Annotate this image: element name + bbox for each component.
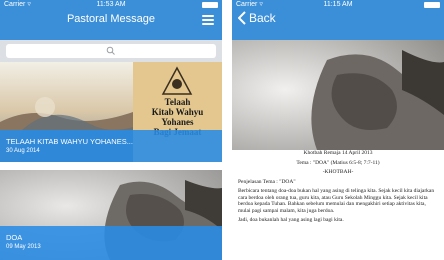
search-icon xyxy=(106,46,115,55)
list-screen: Carrier ▿ 11:53 AM Pastoral Message Tela… xyxy=(0,0,222,260)
search-input[interactable] xyxy=(6,44,216,58)
logo-icon xyxy=(161,66,193,95)
card-caption: DOA 09 May 2013 xyxy=(0,226,222,260)
sermon-heading: Khotbah Remaja 14 April 2013 xyxy=(303,150,373,156)
card-date: 30 Aug 2014 xyxy=(6,148,40,154)
hamburger-menu-icon[interactable] xyxy=(202,15,214,25)
battery-icon xyxy=(202,2,218,8)
sermon-intro: Penjelasan Tema : "DOA" xyxy=(238,178,296,185)
book-cover-line: Telaah xyxy=(164,97,191,107)
card-title: TELAAH KITAB WAHYU YOHANES... xyxy=(6,137,133,146)
list-item[interactable]: Telaah Kitab Wahyu Yohanes Bagi Jemaat T… xyxy=(0,62,222,162)
list-item[interactable]: DOA 09 May 2013 xyxy=(0,170,222,260)
chevron-left-icon xyxy=(238,11,246,25)
nav-header: Carrier ▿ 11:15 AM Back xyxy=(232,0,444,40)
battery-icon xyxy=(424,2,440,8)
sermon-theme: Tema : "DOA" (Matius 6:5-8; 7:7-11) xyxy=(296,159,380,166)
book-cover-line: Yohanes xyxy=(161,117,194,127)
detail-screen: Carrier ▿ 11:15 AM Back Khotbah Remaja 1… xyxy=(232,0,444,260)
page-title: Pastoral Message xyxy=(66,13,156,25)
sermon-paragraph: Berbicara tentang doa-doa bukan hal yang… xyxy=(238,188,435,214)
book-cover-line: Kitab Wahyu xyxy=(151,107,204,117)
search-bar xyxy=(0,40,222,62)
status-time: 11:15 AM xyxy=(323,1,353,8)
card-caption: TELAAH KITAB WAHYU YOHANES... 30 Aug 201… xyxy=(0,130,222,162)
status-time: 11:53 AM xyxy=(96,1,126,8)
praying-hands-image xyxy=(232,40,444,150)
card-date: 09 May 2013 xyxy=(6,244,41,250)
status-bar: Carrier ▿ 11:53 AM xyxy=(0,0,222,10)
sermon-section: -KHOTBAH- xyxy=(322,169,354,175)
nav-header: Carrier ▿ 11:53 AM Pastoral Message xyxy=(0,0,222,40)
sermon-text: Khotbah Remaja 14 April 2013 Tema : "DOA… xyxy=(238,150,438,227)
status-bar: Carrier ▿ 11:15 AM xyxy=(232,0,444,10)
sermon-paragraph: Jadi, doa bukanlah hal yang asing lagi b… xyxy=(238,217,344,223)
card-title: DOA xyxy=(6,233,23,242)
back-label: Back xyxy=(249,11,276,25)
back-button[interactable]: Back xyxy=(238,11,276,25)
